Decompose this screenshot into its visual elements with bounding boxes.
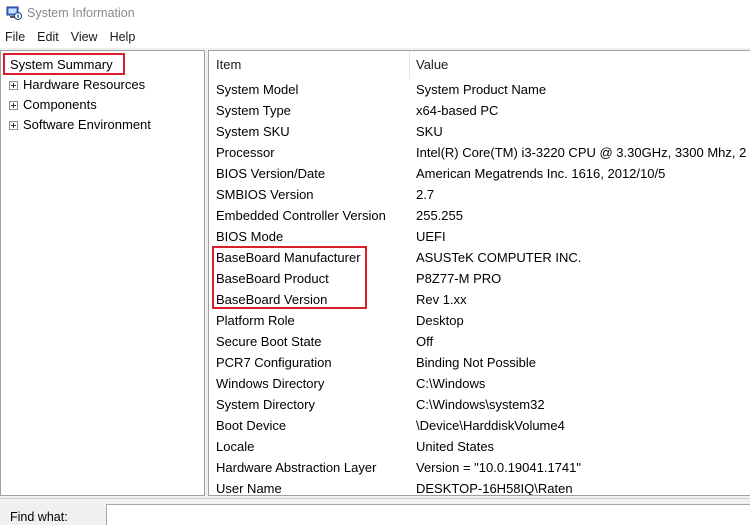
tree-item-label: Hardware Resources <box>23 77 146 92</box>
table-row[interactable]: BIOS Mode UEFI <box>209 226 750 247</box>
table-row[interactable]: Secure Boot State Off <box>209 331 750 352</box>
menu-help[interactable]: Help <box>104 30 142 44</box>
cell-value: UEFI <box>416 229 446 244</box>
cell-value: 2.7 <box>416 187 435 202</box>
expand-icon[interactable] <box>9 100 18 110</box>
cell-value: SKU <box>416 124 443 139</box>
table-row[interactable]: Embedded Controller Version 255.255 <box>209 205 750 226</box>
tree-item-label: Software Environment <box>23 117 151 132</box>
cell-item: System Directory <box>216 397 315 412</box>
details-list: Item Value System Model System Product Na… <box>208 50 750 496</box>
cell-item: BIOS Mode <box>216 229 284 244</box>
cell-value: C:\Windows\system32 <box>416 397 545 412</box>
cell-item: Secure Boot State <box>216 334 322 349</box>
window-title: System Information <box>27 6 135 20</box>
find-input[interactable] <box>106 504 750 525</box>
cell-value: American Megatrends Inc. 1616, 2012/10/5 <box>416 166 666 181</box>
tree-item-system-summary[interactable]: System Summary <box>3 53 125 75</box>
cell-value: System Product Name <box>416 82 547 97</box>
table-row[interactable]: BaseBoard Version Rev 1.xx <box>209 289 750 310</box>
table-row[interactable]: Hardware Abstraction Layer Version = "10.… <box>209 457 750 478</box>
cell-item: Hardware Abstraction Layer <box>216 460 377 475</box>
cell-value: Binding Not Possible <box>416 355 536 370</box>
cell-item: User Name <box>216 481 282 496</box>
table-row[interactable]: Platform Role Desktop <box>209 310 750 331</box>
find-label: Find what: <box>10 510 68 524</box>
cell-item: PCR7 Configuration <box>216 355 332 370</box>
cell-item: SMBIOS Version <box>216 187 314 202</box>
table-row[interactable]: System Type x64-based PC <box>209 100 750 121</box>
menu-bar: File Edit View Help <box>0 26 750 48</box>
table-row[interactable]: System Model System Product Name <box>209 79 750 100</box>
cell-item: BaseBoard Version <box>216 292 328 307</box>
list-rows: System Model System Product Name System Ty… <box>209 79 750 496</box>
cell-item: Embedded Controller Version <box>216 208 386 223</box>
cell-item: Processor <box>216 145 275 160</box>
table-row[interactable]: User Name DESKTOP-16H58IQ\Raten <box>209 478 750 496</box>
title-bar: System Information <box>0 0 750 26</box>
table-row[interactable]: PCR7 Configuration Binding Not Possible <box>209 352 750 373</box>
cell-value: United States <box>416 439 495 454</box>
tree-item-hardware-resources[interactable]: Hardware Resources <box>9 75 145 95</box>
table-row[interactable]: System Directory C:\Windows\system32 <box>209 394 750 415</box>
tree-item-label: Components <box>23 97 97 112</box>
cell-item: Locale <box>216 439 255 454</box>
table-row[interactable]: System SKU SKU <box>209 121 750 142</box>
column-header-item[interactable]: Item <box>209 51 410 79</box>
table-row[interactable]: Windows Directory C:\Windows <box>209 373 750 394</box>
cell-value: \Device\HarddiskVolume4 <box>416 418 565 433</box>
tree-item-components[interactable]: Components <box>9 95 97 115</box>
tree-item-software-environment[interactable]: Software Environment <box>9 115 151 135</box>
cell-value: DESKTOP-16H58IQ\Raten <box>416 481 573 496</box>
cell-item: Platform Role <box>216 313 295 328</box>
list-header: Item Value <box>209 51 750 79</box>
cell-value: 255.255 <box>416 208 463 223</box>
cell-value: Intel(R) Core(TM) i3-3220 CPU @ 3.30GHz,… <box>416 145 750 160</box>
cell-item: Windows Directory <box>216 376 325 391</box>
category-tree: System Summary Hardware Resources Compon… <box>0 50 205 496</box>
table-row[interactable]: SMBIOS Version 2.7 <box>209 184 750 205</box>
cell-value: C:\Windows <box>416 376 486 391</box>
cell-value: x64-based PC <box>416 103 499 118</box>
cell-value: Desktop <box>416 313 464 328</box>
table-row[interactable]: Processor Intel(R) Core(TM) i3-3220 CPU @… <box>209 142 750 163</box>
column-header-value[interactable]: Value <box>410 51 750 79</box>
cell-item: BaseBoard Product <box>216 271 329 286</box>
cell-item: BaseBoard Manufacturer <box>216 250 361 265</box>
system-info-icon <box>6 5 22 21</box>
table-row[interactable]: BIOS Version/Date American Megatrends Inc… <box>209 163 750 184</box>
table-row[interactable]: Locale United States <box>209 436 750 457</box>
expand-icon[interactable] <box>9 120 18 130</box>
cell-item: System Model <box>216 82 299 97</box>
cell-value: Version = "10.0.19041.1741" <box>416 460 582 475</box>
table-row[interactable]: BaseBoard Manufacturer ASUSTeK COMPUTER I… <box>209 247 750 268</box>
menu-file[interactable]: File <box>0 30 31 44</box>
cell-value: Off <box>416 334 434 349</box>
table-row[interactable]: Boot Device \Device\HarddiskVolume4 <box>209 415 750 436</box>
cell-value: Rev 1.xx <box>416 292 467 307</box>
cell-item: System SKU <box>216 124 290 139</box>
expand-icon[interactable] <box>9 80 18 90</box>
cell-value: ASUSTeK COMPUTER INC. <box>416 250 582 265</box>
menu-view[interactable]: View <box>65 30 104 44</box>
cell-item: BIOS Version/Date <box>216 166 326 181</box>
find-bar: Find what: <box>0 498 750 525</box>
cell-item: Boot Device <box>216 418 287 433</box>
table-row[interactable]: BaseBoard Product P8Z77-M PRO <box>209 268 750 289</box>
menu-edit[interactable]: Edit <box>31 30 65 44</box>
cell-value: P8Z77-M PRO <box>416 271 502 286</box>
cell-item: System Type <box>216 103 291 118</box>
